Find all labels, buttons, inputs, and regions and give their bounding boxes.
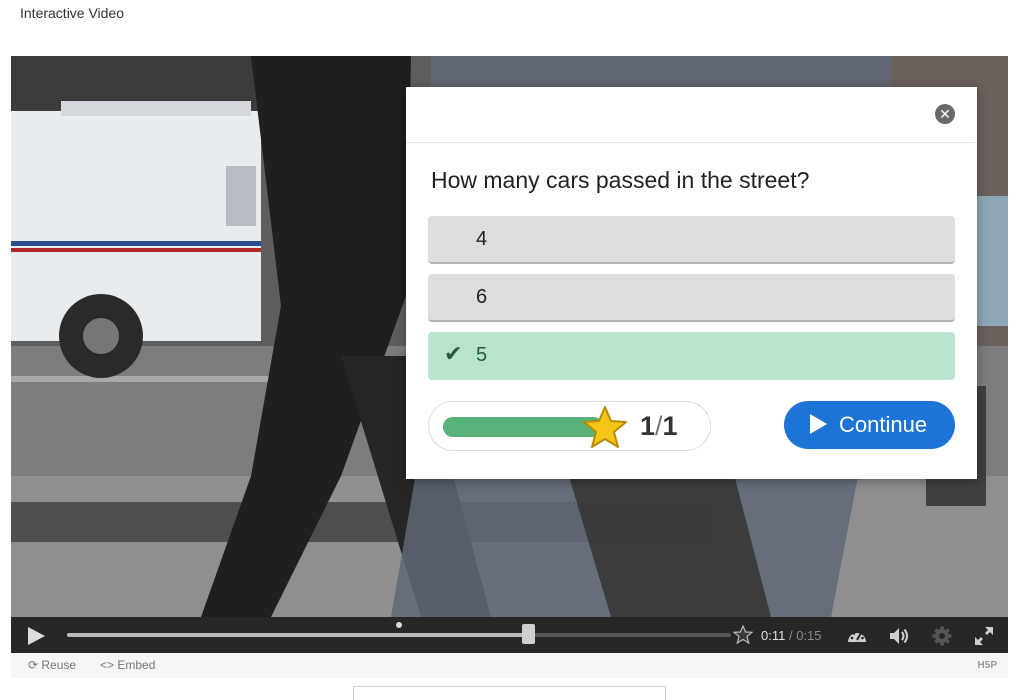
continue-button[interactable]: Continue xyxy=(784,401,955,449)
reuse-label: Reuse xyxy=(41,658,77,672)
check-icon: ✔ xyxy=(444,341,463,366)
speed-icon[interactable] xyxy=(846,625,868,647)
question-text: How many cars passed in the street? xyxy=(431,167,810,193)
seek-played xyxy=(67,633,529,637)
embed-label: Embed xyxy=(117,658,156,672)
gear-icon[interactable] xyxy=(931,625,953,647)
h5p-logo[interactable]: H5P xyxy=(978,660,997,671)
score-separator: / xyxy=(655,411,663,441)
score-progress-fill xyxy=(443,417,603,437)
question-dialog: ✕ How many cars passed in the street? 4 … xyxy=(406,87,977,479)
interaction-marker[interactable] xyxy=(396,622,402,628)
star-icon xyxy=(583,406,627,448)
reuse-icon: ⟳ xyxy=(28,658,42,672)
fullscreen-icon[interactable] xyxy=(973,625,995,647)
page-title: Interactive Video xyxy=(20,5,125,21)
volume-icon[interactable] xyxy=(888,625,910,647)
reuse-button[interactable]: ⟳ Reuse xyxy=(28,658,76,672)
video-player[interactable]: ✕ How many cars passed in the street? 4 … xyxy=(11,56,1008,653)
content-box xyxy=(353,686,666,700)
time-separator: / xyxy=(785,628,797,643)
answer-label: 4 xyxy=(476,228,488,250)
score-progress-bar xyxy=(443,417,603,437)
star-icon[interactable] xyxy=(733,625,753,645)
play-icon xyxy=(810,414,827,434)
total-time: 0:15 xyxy=(796,628,822,643)
play-icon[interactable] xyxy=(28,627,45,645)
score-max: 1 xyxy=(662,411,678,441)
time-display: 0:11 / 0:15 xyxy=(761,628,822,643)
answer-option-correct[interactable]: ✔ 5 xyxy=(428,332,955,380)
answer-label: 6 xyxy=(476,286,488,308)
answer-option[interactable]: 6 xyxy=(428,274,955,322)
embed-button[interactable]: <> Embed xyxy=(100,658,155,672)
close-icon[interactable]: ✕ xyxy=(935,104,955,124)
continue-label: Continue xyxy=(839,412,928,437)
embed-icon: <> xyxy=(100,658,118,672)
current-time: 0:11 xyxy=(761,628,786,643)
seek-handle[interactable] xyxy=(522,624,536,644)
answer-option[interactable]: 4 xyxy=(428,216,955,264)
dialog-header: ✕ xyxy=(406,87,977,143)
score-earned: 1 xyxy=(640,411,656,441)
h5p-footer: ⟳ Reuse <> Embed H5P xyxy=(11,653,1008,678)
video-controls: 0:11 / 0:15 xyxy=(11,617,1008,653)
answer-label: 5 xyxy=(476,344,488,366)
score-bar-container: 1/1 xyxy=(428,401,711,451)
score-text: 1/1 xyxy=(640,411,678,442)
seek-bar[interactable] xyxy=(67,622,731,644)
